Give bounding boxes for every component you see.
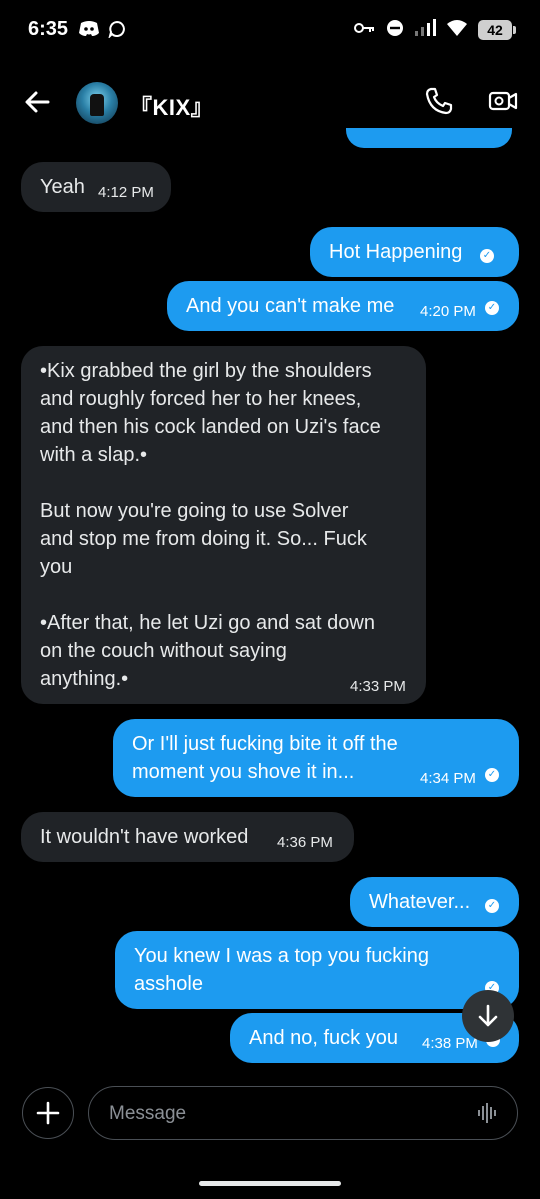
wifi-icon <box>446 19 468 42</box>
message-text: You knew I was a top you fucking asshole <box>134 945 429 995</box>
message-text: •Kix grabbed the girl by the shoulders a… <box>40 360 381 690</box>
message-text: Hot Happening <box>329 241 463 263</box>
message-text: Yeah <box>40 176 85 198</box>
status-right: 42 <box>354 16 516 44</box>
read-check-icon: ✓ <box>480 249 494 263</box>
contact-avatar[interactable] <box>76 82 118 124</box>
avatar-figure <box>90 94 104 116</box>
conversation-header: 『KIX』 <box>0 70 540 136</box>
message-bubble[interactable]: •Kix grabbed the girl by the shoulders a… <box>21 346 426 704</box>
read-check-icon: ✓ <box>485 301 499 315</box>
message-bubble[interactable]: Or I'll just fucking bite it off the mom… <box>113 719 519 797</box>
message-time: 4:12 PM <box>98 184 154 201</box>
message-input[interactable]: Message <box>88 1086 518 1140</box>
add-attachment-button[interactable] <box>22 1087 74 1139</box>
plus-icon <box>36 1101 60 1125</box>
signal-icon <box>414 18 436 42</box>
back-button[interactable] <box>20 84 56 120</box>
previous-message-bubble <box>346 128 512 148</box>
message-bubble[interactable]: Whatever... ✓ <box>350 877 519 927</box>
read-check-icon: ✓ <box>485 768 499 782</box>
discord-icon <box>78 20 100 43</box>
key-icon <box>354 21 376 40</box>
status-time: 6:35 <box>28 18 69 40</box>
scroll-to-bottom-button[interactable] <box>462 990 514 1042</box>
dm-screen: 6:35 42 『KIX』 Yeah 4:12 PM Hot Happening… <box>0 0 540 1199</box>
message-bubble[interactable]: It wouldn't have worked 4:36 PM <box>21 812 354 862</box>
video-call-icon <box>488 91 518 111</box>
message-time: 4:20 PM <box>420 303 476 320</box>
message-text: It wouldn't have worked <box>40 826 249 848</box>
home-indicator[interactable] <box>199 1181 341 1186</box>
dnd-icon <box>386 19 404 42</box>
voice-call-button[interactable] <box>424 86 454 116</box>
message-bubble[interactable]: You knew I was a top you fucking asshole… <box>115 931 519 1009</box>
video-call-button[interactable] <box>488 86 518 116</box>
message-bubble[interactable]: Yeah 4:12 PM <box>21 162 171 212</box>
message-bubble[interactable]: Hot Happening ✓ <box>310 227 519 277</box>
message-text: And you can't make me <box>186 295 395 317</box>
message-input-placeholder: Message <box>109 1103 187 1124</box>
message-text: Whatever... <box>369 891 471 913</box>
phone-icon <box>425 87 453 115</box>
battery-indicator: 42 <box>478 20 516 40</box>
chat-icon <box>108 20 126 43</box>
status-bar: 6:35 42 <box>0 0 540 60</box>
back-arrow-icon <box>25 91 50 113</box>
contact-name[interactable]: 『KIX』 <box>130 90 213 122</box>
scroll-down-arrow-icon <box>478 1004 498 1027</box>
message-text: And no, fuck you <box>249 1027 398 1049</box>
voice-wave-icon[interactable] <box>477 1102 499 1129</box>
message-text: Or I'll just fucking bite it off the mom… <box>132 733 398 783</box>
message-time: 4:34 PM <box>420 770 476 787</box>
read-check-icon: ✓ <box>485 899 499 913</box>
message-bubble[interactable]: And you can't make me 4:20 PM ✓ <box>167 281 519 331</box>
message-time: 4:33 PM <box>350 678 406 695</box>
message-time: 4:36 PM <box>277 834 333 851</box>
